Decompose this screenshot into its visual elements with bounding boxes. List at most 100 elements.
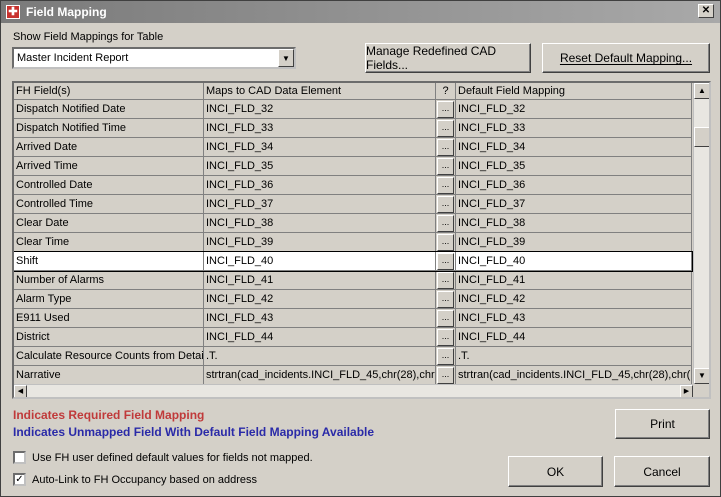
print-button[interactable]: Print bbox=[615, 409, 710, 439]
help-cell: ... bbox=[436, 119, 456, 138]
ellipsis-button[interactable]: ... bbox=[437, 367, 454, 384]
auto-link-checkbox[interactable]: ✓ bbox=[13, 473, 26, 486]
table-row[interactable]: Arrived Time INCI_FLD_35... INCI_FLD_35 bbox=[14, 157, 692, 176]
maps-to-cell[interactable]: INCI_FLD_35 bbox=[204, 157, 436, 176]
ellipsis-button[interactable]: ... bbox=[437, 120, 454, 137]
maps-to-cell[interactable]: INCI_FLD_37 bbox=[204, 195, 436, 214]
column-header-fh-fields[interactable]: FH Field(s) bbox=[14, 83, 204, 100]
scroll-thumb[interactable] bbox=[694, 127, 709, 147]
ok-button[interactable]: OK bbox=[508, 456, 603, 487]
fh-field-cell[interactable]: District bbox=[14, 328, 204, 347]
grid-body: FH Field(s) Maps to CAD Data Element ? D… bbox=[14, 83, 693, 385]
help-cell: ... bbox=[436, 271, 456, 290]
column-header-default-mapping[interactable]: Default Field Mapping bbox=[456, 83, 692, 100]
table-row[interactable]: Alarm Type INCI_FLD_42... INCI_FLD_42 bbox=[14, 290, 692, 309]
default-mapping-cell: INCI_FLD_42 bbox=[456, 290, 692, 309]
table-row[interactable]: Arrived Date INCI_FLD_34... INCI_FLD_34 bbox=[14, 138, 692, 157]
table-row[interactable]: Controlled Date INCI_FLD_36... INCI_FLD_36 bbox=[14, 176, 692, 195]
table-row[interactable]: Shift INCI_FLD_40... INCI_FLD_40 bbox=[14, 251, 693, 272]
table-select[interactable]: Master Incident Report ▼ bbox=[12, 47, 296, 69]
ellipsis-button[interactable]: ... bbox=[437, 348, 454, 365]
ellipsis-button[interactable]: ... bbox=[437, 101, 454, 118]
close-button[interactable]: ✕ bbox=[698, 4, 714, 18]
table-row[interactable]: Number of Alarms INCI_FLD_41... INCI_FLD_4… bbox=[14, 271, 692, 290]
ellipsis-button[interactable]: ... bbox=[437, 310, 454, 327]
column-header-maps-to[interactable]: Maps to CAD Data Element bbox=[204, 83, 436, 100]
fh-field-cell[interactable]: Shift bbox=[14, 252, 204, 271]
ellipsis-button[interactable]: ... bbox=[437, 158, 454, 175]
maps-to-cell[interactable]: INCI_FLD_42 bbox=[204, 290, 436, 309]
fh-field-cell[interactable]: E911 Used bbox=[14, 309, 204, 328]
maps-to-cell[interactable]: strtran(cad_incidents.INCI_FLD_45,chr(28… bbox=[204, 366, 436, 385]
default-mapping-cell: INCI_FLD_41 bbox=[456, 271, 692, 290]
default-mapping-cell: INCI_FLD_39 bbox=[456, 233, 692, 252]
field-mapping-window: ✚ Field Mapping ✕ Show Field Mappings fo… bbox=[0, 0, 721, 497]
scroll-up-icon[interactable]: ▲ bbox=[694, 83, 709, 99]
table-row[interactable]: Calculate Resource Counts from Detail .T.… bbox=[14, 347, 692, 366]
auto-link-option[interactable]: ✓ Auto-Link to FH Occupancy based on add… bbox=[13, 473, 257, 486]
table-row[interactable]: E911 Used INCI_FLD_43... INCI_FLD_43 bbox=[14, 309, 692, 328]
fh-field-cell[interactable]: Arrived Time bbox=[14, 157, 204, 176]
table-select-value: Master Incident Report bbox=[17, 52, 129, 64]
fh-field-cell[interactable]: Controlled Time bbox=[14, 195, 204, 214]
use-defaults-option[interactable]: Use FH user defined default values for f… bbox=[13, 451, 313, 464]
fh-field-cell[interactable]: Narrative bbox=[14, 366, 204, 385]
ellipsis-button[interactable]: ... bbox=[437, 272, 454, 289]
vertical-scrollbar[interactable]: ▲ ▼ bbox=[693, 83, 709, 384]
maps-to-cell[interactable]: INCI_FLD_41 bbox=[204, 271, 436, 290]
maps-to-cell[interactable]: INCI_FLD_32 bbox=[204, 100, 436, 119]
table-row[interactable]: District INCI_FLD_44... INCI_FLD_44 bbox=[14, 328, 692, 347]
table-row[interactable]: Clear Date INCI_FLD_38... INCI_FLD_38 bbox=[14, 214, 692, 233]
fh-field-cell[interactable]: Number of Alarms bbox=[14, 271, 204, 290]
column-header-help[interactable]: ? bbox=[436, 83, 456, 100]
reset-default-mapping-button[interactable]: Reset Default Mapping... bbox=[542, 43, 710, 73]
ellipsis-button[interactable]: ... bbox=[437, 215, 454, 232]
maps-to-cell[interactable]: INCI_FLD_33 bbox=[204, 119, 436, 138]
fh-field-cell[interactable]: Arrived Date bbox=[14, 138, 204, 157]
ellipsis-button[interactable]: ... bbox=[437, 291, 454, 308]
default-mapping-cell: INCI_FLD_37 bbox=[456, 195, 692, 214]
fh-field-cell[interactable]: Calculate Resource Counts from Detail bbox=[14, 347, 204, 366]
chevron-down-icon[interactable]: ▼ bbox=[278, 49, 294, 67]
ellipsis-button[interactable]: ... bbox=[437, 234, 454, 251]
maps-to-cell[interactable]: INCI_FLD_44 bbox=[204, 328, 436, 347]
maps-to-cell[interactable]: .T. bbox=[204, 347, 436, 366]
window-title: Field Mapping bbox=[26, 5, 107, 19]
maps-to-cell[interactable]: INCI_FLD_39 bbox=[204, 233, 436, 252]
help-cell: ... bbox=[436, 347, 456, 366]
fh-field-cell[interactable]: Controlled Date bbox=[14, 176, 204, 195]
maps-to-cell[interactable]: INCI_FLD_36 bbox=[204, 176, 436, 195]
scroll-right-icon[interactable]: ▶ bbox=[680, 385, 693, 397]
ellipsis-button[interactable]: ... bbox=[437, 253, 454, 270]
maps-to-cell[interactable]: INCI_FLD_34 bbox=[204, 138, 436, 157]
cancel-button[interactable]: Cancel bbox=[614, 456, 710, 487]
table-row[interactable]: Dispatch Notified Time INCI_FLD_33... INCI… bbox=[14, 119, 692, 138]
help-cell: ... bbox=[436, 157, 456, 176]
scroll-down-icon[interactable]: ▼ bbox=[694, 368, 709, 384]
ok-button-label: OK bbox=[546, 464, 565, 479]
fh-field-cell[interactable]: Alarm Type bbox=[14, 290, 204, 309]
ellipsis-button[interactable]: ... bbox=[437, 329, 454, 346]
table-row[interactable]: Clear Time INCI_FLD_39... INCI_FLD_39 bbox=[14, 233, 692, 252]
ellipsis-button[interactable]: ... bbox=[437, 196, 454, 213]
default-mapping-cell: .T. bbox=[456, 347, 692, 366]
fh-field-cell[interactable]: Dispatch Notified Time bbox=[14, 119, 204, 138]
maps-to-cell[interactable]: INCI_FLD_38 bbox=[204, 214, 436, 233]
table-row[interactable]: Controlled Time INCI_FLD_37... INCI_FLD_37 bbox=[14, 195, 692, 214]
title-bar[interactable]: ✚ Field Mapping ✕ bbox=[1, 1, 720, 23]
table-row[interactable]: Narrative strtran(cad_incidents.INCI_FLD_… bbox=[14, 366, 692, 385]
scroll-left-icon[interactable]: ◀ bbox=[14, 385, 27, 397]
help-cell: ... bbox=[436, 252, 456, 271]
table-row[interactable]: Dispatch Notified Date INCI_FLD_32... INCI… bbox=[14, 100, 692, 119]
field-mapping-grid[interactable]: FH Field(s) Maps to CAD Data Element ? D… bbox=[12, 81, 711, 399]
fh-field-cell[interactable]: Clear Time bbox=[14, 233, 204, 252]
use-defaults-checkbox[interactable] bbox=[13, 451, 26, 464]
fh-field-cell[interactable]: Dispatch Notified Date bbox=[14, 100, 204, 119]
ellipsis-button[interactable]: ... bbox=[437, 177, 454, 194]
maps-to-cell[interactable]: INCI_FLD_43 bbox=[204, 309, 436, 328]
maps-to-cell[interactable]: INCI_FLD_40 bbox=[204, 252, 436, 271]
ellipsis-button[interactable]: ... bbox=[437, 139, 454, 156]
manage-redefined-cad-fields-button[interactable]: Manage Redefined CAD Fields... bbox=[365, 43, 531, 73]
fh-field-cell[interactable]: Clear Date bbox=[14, 214, 204, 233]
horizontal-scrollbar[interactable]: ◀ ▶ bbox=[14, 384, 693, 397]
